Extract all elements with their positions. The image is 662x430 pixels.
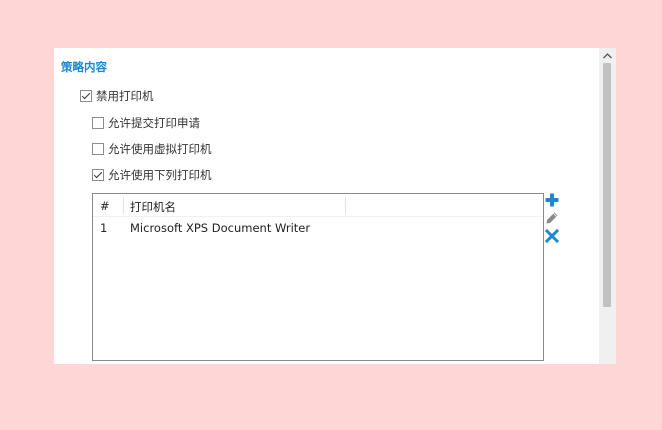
disable-printer-checkbox[interactable]: 禁用打印机 xyxy=(80,88,154,104)
column-header-index[interactable]: # xyxy=(100,199,110,213)
pencil-icon xyxy=(546,212,558,224)
checkbox-box[interactable] xyxy=(92,117,104,129)
checkbox-box[interactable] xyxy=(80,90,92,102)
add-printer-button[interactable] xyxy=(545,193,559,207)
disable-printer-label: 禁用打印机 xyxy=(96,89,154,103)
checkbox-box[interactable] xyxy=(92,143,104,155)
allow-submit-request-checkbox[interactable]: 允许提交打印申请 xyxy=(92,115,200,131)
x-icon xyxy=(544,228,560,244)
section-title: 策略内容 xyxy=(61,60,107,74)
column-divider[interactable] xyxy=(345,197,346,214)
table-row[interactable]: 1 Microsoft XPS Document Writer xyxy=(93,217,543,236)
column-header-printer-name[interactable]: 打印机名 xyxy=(130,199,176,215)
scroll-up-arrow-icon[interactable] xyxy=(602,51,613,61)
allow-submit-request-label: 允许提交打印申请 xyxy=(108,116,200,130)
list-header: # 打印机名 xyxy=(93,194,543,217)
scrollbar-thumb[interactable] xyxy=(603,63,611,307)
column-divider[interactable] xyxy=(123,197,124,214)
vertical-scrollbar[interactable] xyxy=(599,48,616,364)
allow-virtual-printer-label: 允许使用虚拟打印机 xyxy=(108,142,212,156)
plus-icon xyxy=(545,193,559,207)
allow-listed-printers-checkbox[interactable]: 允许使用下列打印机 xyxy=(92,167,212,183)
row-index: 1 xyxy=(100,221,108,235)
allow-virtual-printer-checkbox[interactable]: 允许使用虚拟打印机 xyxy=(92,141,212,157)
policy-content-panel: 策略内容 禁用打印机 允许提交打印申请 允许使用虚拟打印机 允许使用下列打印机 … xyxy=(54,48,616,364)
printer-list[interactable]: # 打印机名 1 Microsoft XPS Document Writer xyxy=(92,193,544,361)
checkbox-box[interactable] xyxy=(92,169,104,181)
edit-printer-button[interactable] xyxy=(545,211,559,225)
allow-listed-printers-label: 允许使用下列打印机 xyxy=(108,168,212,182)
row-printer-name: Microsoft XPS Document Writer xyxy=(130,221,311,235)
delete-printer-button[interactable] xyxy=(544,228,560,244)
